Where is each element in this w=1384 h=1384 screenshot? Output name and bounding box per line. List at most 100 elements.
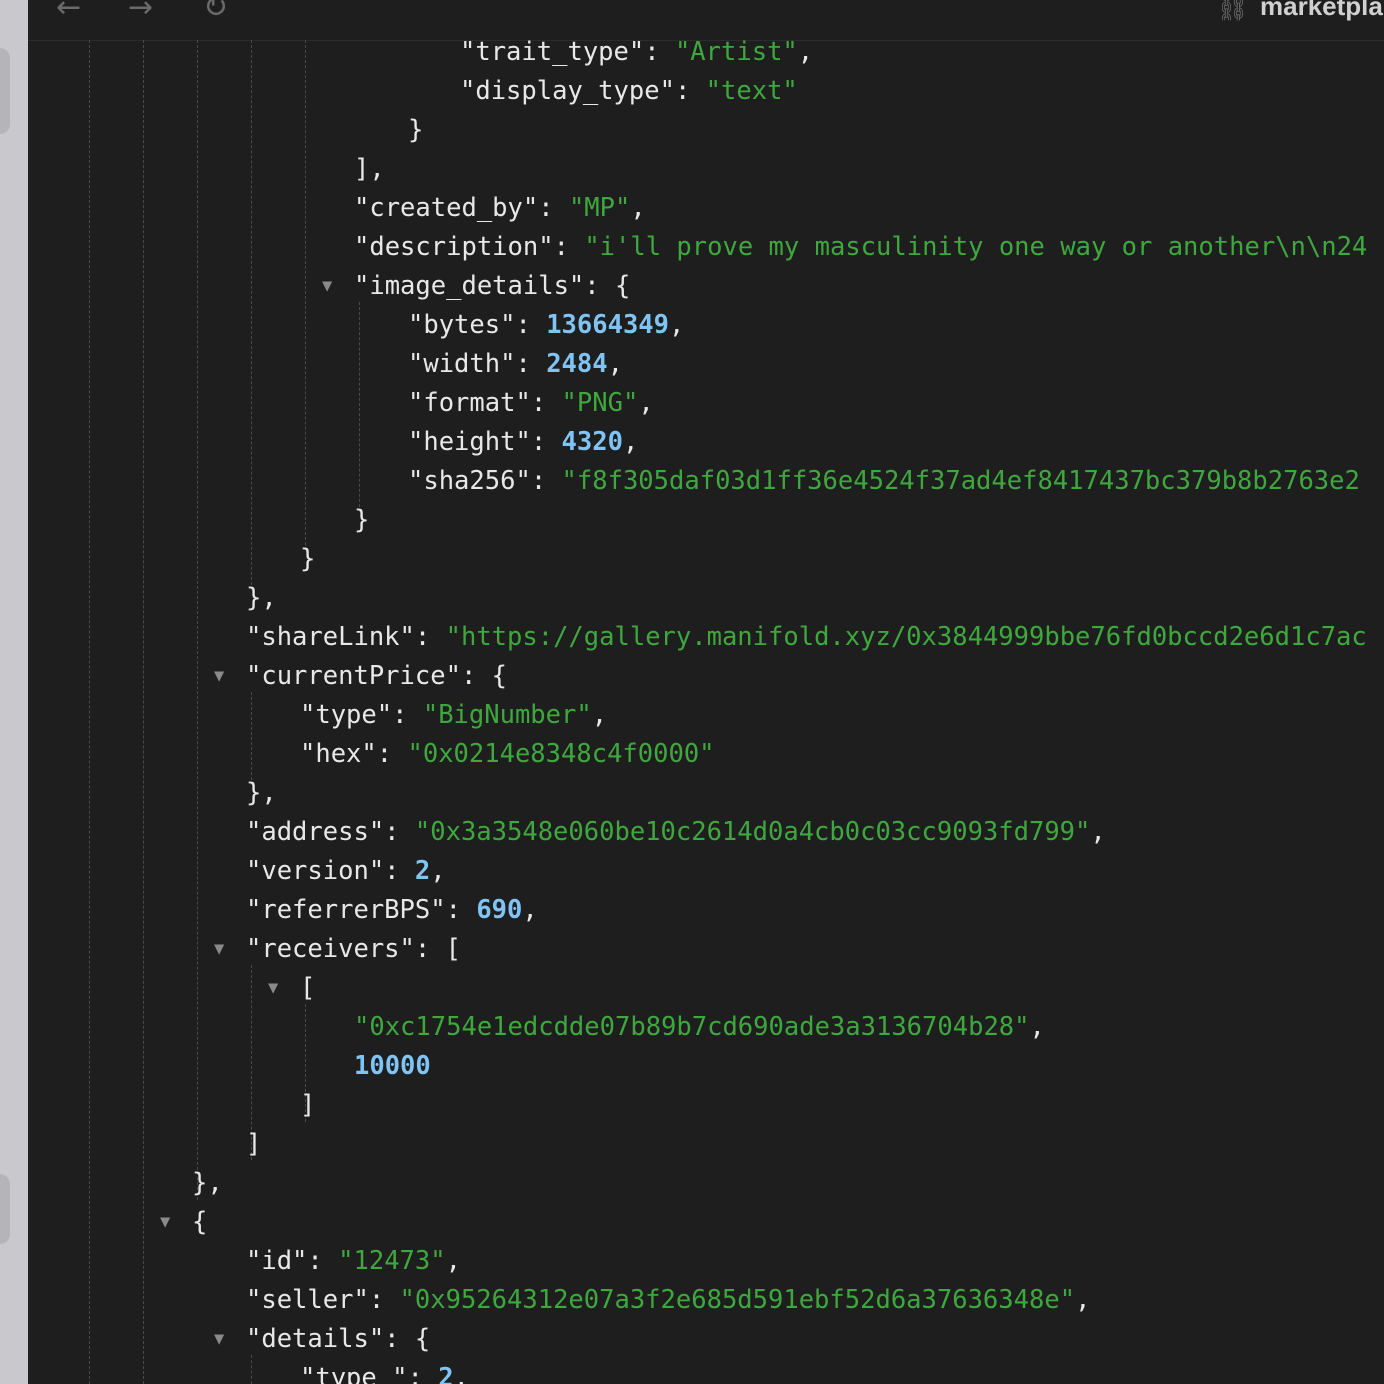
json-colon: : xyxy=(414,934,446,964)
json-key: "receivers" xyxy=(246,934,415,964)
json-line: ], xyxy=(354,150,385,189)
indent-guide xyxy=(89,40,90,1384)
indent-guide xyxy=(305,40,306,550)
json-bracket: } xyxy=(408,115,424,145)
json-bracket: [ xyxy=(445,934,461,964)
indent-guide xyxy=(143,40,144,1384)
json-line: "created_by": "MP", xyxy=(354,189,646,228)
json-colon: : xyxy=(553,232,585,262)
json-number: 2 xyxy=(414,856,431,886)
json-colon: : xyxy=(376,739,408,769)
json-line: "trait_type": "Artist", xyxy=(460,33,813,72)
json-number: 2 xyxy=(438,1363,454,1384)
json-key: "referrerBPS" xyxy=(246,895,446,925)
json-number: 4320 xyxy=(561,427,623,457)
json-bracket: ] xyxy=(300,1090,316,1120)
json-line: }, xyxy=(246,774,277,813)
reload-icon[interactable]: ↻ xyxy=(203,0,228,28)
json-number: 690 xyxy=(476,895,523,925)
json-key: "display_type" xyxy=(460,76,675,106)
collapse-triangle-icon[interactable]: ▼ xyxy=(268,969,278,1008)
link-icon[interactable]: ⛓ xyxy=(1216,0,1249,28)
json-bracket: { xyxy=(491,661,508,691)
json-bracket: { xyxy=(615,271,631,301)
site-address[interactable]: marketpla xyxy=(1260,0,1383,26)
json-comma: , xyxy=(591,700,608,730)
indent-guide xyxy=(197,40,198,1200)
json-colon: : xyxy=(384,856,415,886)
json-string: "https://gallery.manifold.xyz/0x3844999b… xyxy=(445,622,1367,652)
json-line: "width": 2484, xyxy=(408,345,623,384)
json-string: "f8f305daf03d1ff36e4524f37ad4ef8417437bc… xyxy=(561,466,1360,496)
json-viewer-window: ← → ↻ ⛓ marketpla "trait_type": "Artist"… xyxy=(28,0,1384,1384)
json-line: 10000 xyxy=(354,1047,431,1086)
json-key: "details" xyxy=(246,1324,385,1354)
json-colon: : xyxy=(460,661,492,691)
json-comma: , xyxy=(607,349,623,379)
json-bracket: }, xyxy=(192,1168,223,1198)
json-colon: : xyxy=(384,1324,415,1354)
json-line: } xyxy=(300,540,315,579)
collapse-triangle-icon[interactable]: ▼ xyxy=(214,930,224,969)
json-comma: , xyxy=(430,856,446,886)
arrow-left-icon[interactable]: ← xyxy=(56,0,81,28)
json-line: ▼ "receivers": [ xyxy=(214,930,461,969)
sidebar-edge xyxy=(0,0,28,1384)
json-line: "seller": "0x95264312e07a3f2e685d591ebf5… xyxy=(246,1281,1090,1320)
json-comma: , xyxy=(522,895,538,925)
json-key: "created_by" xyxy=(354,193,539,223)
json-colon: : xyxy=(414,622,446,652)
json-string: "0x3a3548e060be10c2614d0a4cb0c03cc9093fd… xyxy=(414,817,1091,847)
json-key: "type_" xyxy=(300,1363,408,1384)
json-string: "BigNumber" xyxy=(422,700,592,730)
json-colon: : xyxy=(538,193,569,223)
json-key: "id" xyxy=(246,1246,308,1276)
json-line: "height": 4320, xyxy=(408,423,638,462)
json-key: "type" xyxy=(300,700,393,730)
json-colon: : xyxy=(384,817,415,847)
json-line: "0xc1754e1edcdde07b89b7cd690ade3a3136704… xyxy=(354,1008,1045,1047)
json-line: ▼ "image_details": { xyxy=(322,267,631,306)
json-line: "shareLink": "https://gallery.manifold.x… xyxy=(246,618,1367,657)
json-line: ] xyxy=(300,1086,315,1125)
json-colon: : xyxy=(674,76,706,106)
json-comma: , xyxy=(622,427,639,457)
json-line: "description": "i'll prove my masculinit… xyxy=(354,228,1367,267)
json-key: "version" xyxy=(246,856,385,886)
json-line: "type": "BigNumber", xyxy=(300,696,607,735)
json-key: "description" xyxy=(354,232,554,262)
sidebar-tab xyxy=(0,48,10,134)
json-colon: : xyxy=(407,1363,439,1384)
json-number: 2484 xyxy=(546,349,608,379)
json-bracket: ] xyxy=(246,1129,262,1159)
collapse-triangle-icon[interactable]: ▼ xyxy=(322,267,332,306)
json-line: "format": "PNG", xyxy=(408,384,654,423)
json-bracket: { xyxy=(414,1324,431,1354)
json-bracket: [ xyxy=(300,973,316,1003)
json-colon: : xyxy=(584,271,616,301)
json-comma: , xyxy=(630,193,646,223)
json-key: "bytes" xyxy=(408,310,516,340)
json-colon: : xyxy=(515,349,547,379)
json-line: ] xyxy=(246,1125,261,1164)
json-comma: , xyxy=(1075,1285,1091,1315)
json-comma: , xyxy=(1029,1012,1045,1042)
json-line: "bytes": 13664349, xyxy=(408,306,684,345)
json-colon: : xyxy=(644,37,675,67)
json-line: "type_": 2, xyxy=(300,1359,469,1384)
json-string: "MP" xyxy=(568,193,631,223)
collapse-triangle-icon[interactable]: ▼ xyxy=(214,1320,224,1359)
json-colon: : xyxy=(530,388,562,418)
json-line: }, xyxy=(192,1164,223,1203)
collapse-triangle-icon[interactable]: ▼ xyxy=(214,657,224,696)
json-key: "currentPrice" xyxy=(246,661,461,691)
json-bracket: }, xyxy=(246,778,277,808)
json-colon: : xyxy=(530,466,562,496)
indent-guide xyxy=(251,692,252,785)
json-comma: , xyxy=(453,1363,469,1384)
json-key: "sha256" xyxy=(408,466,531,496)
json-string: "0x0214e8348c4f0000" xyxy=(407,739,715,769)
collapse-triangle-icon[interactable]: ▼ xyxy=(160,1203,170,1242)
arrow-right-icon[interactable]: → xyxy=(128,0,153,28)
json-number: 10000 xyxy=(354,1051,431,1081)
